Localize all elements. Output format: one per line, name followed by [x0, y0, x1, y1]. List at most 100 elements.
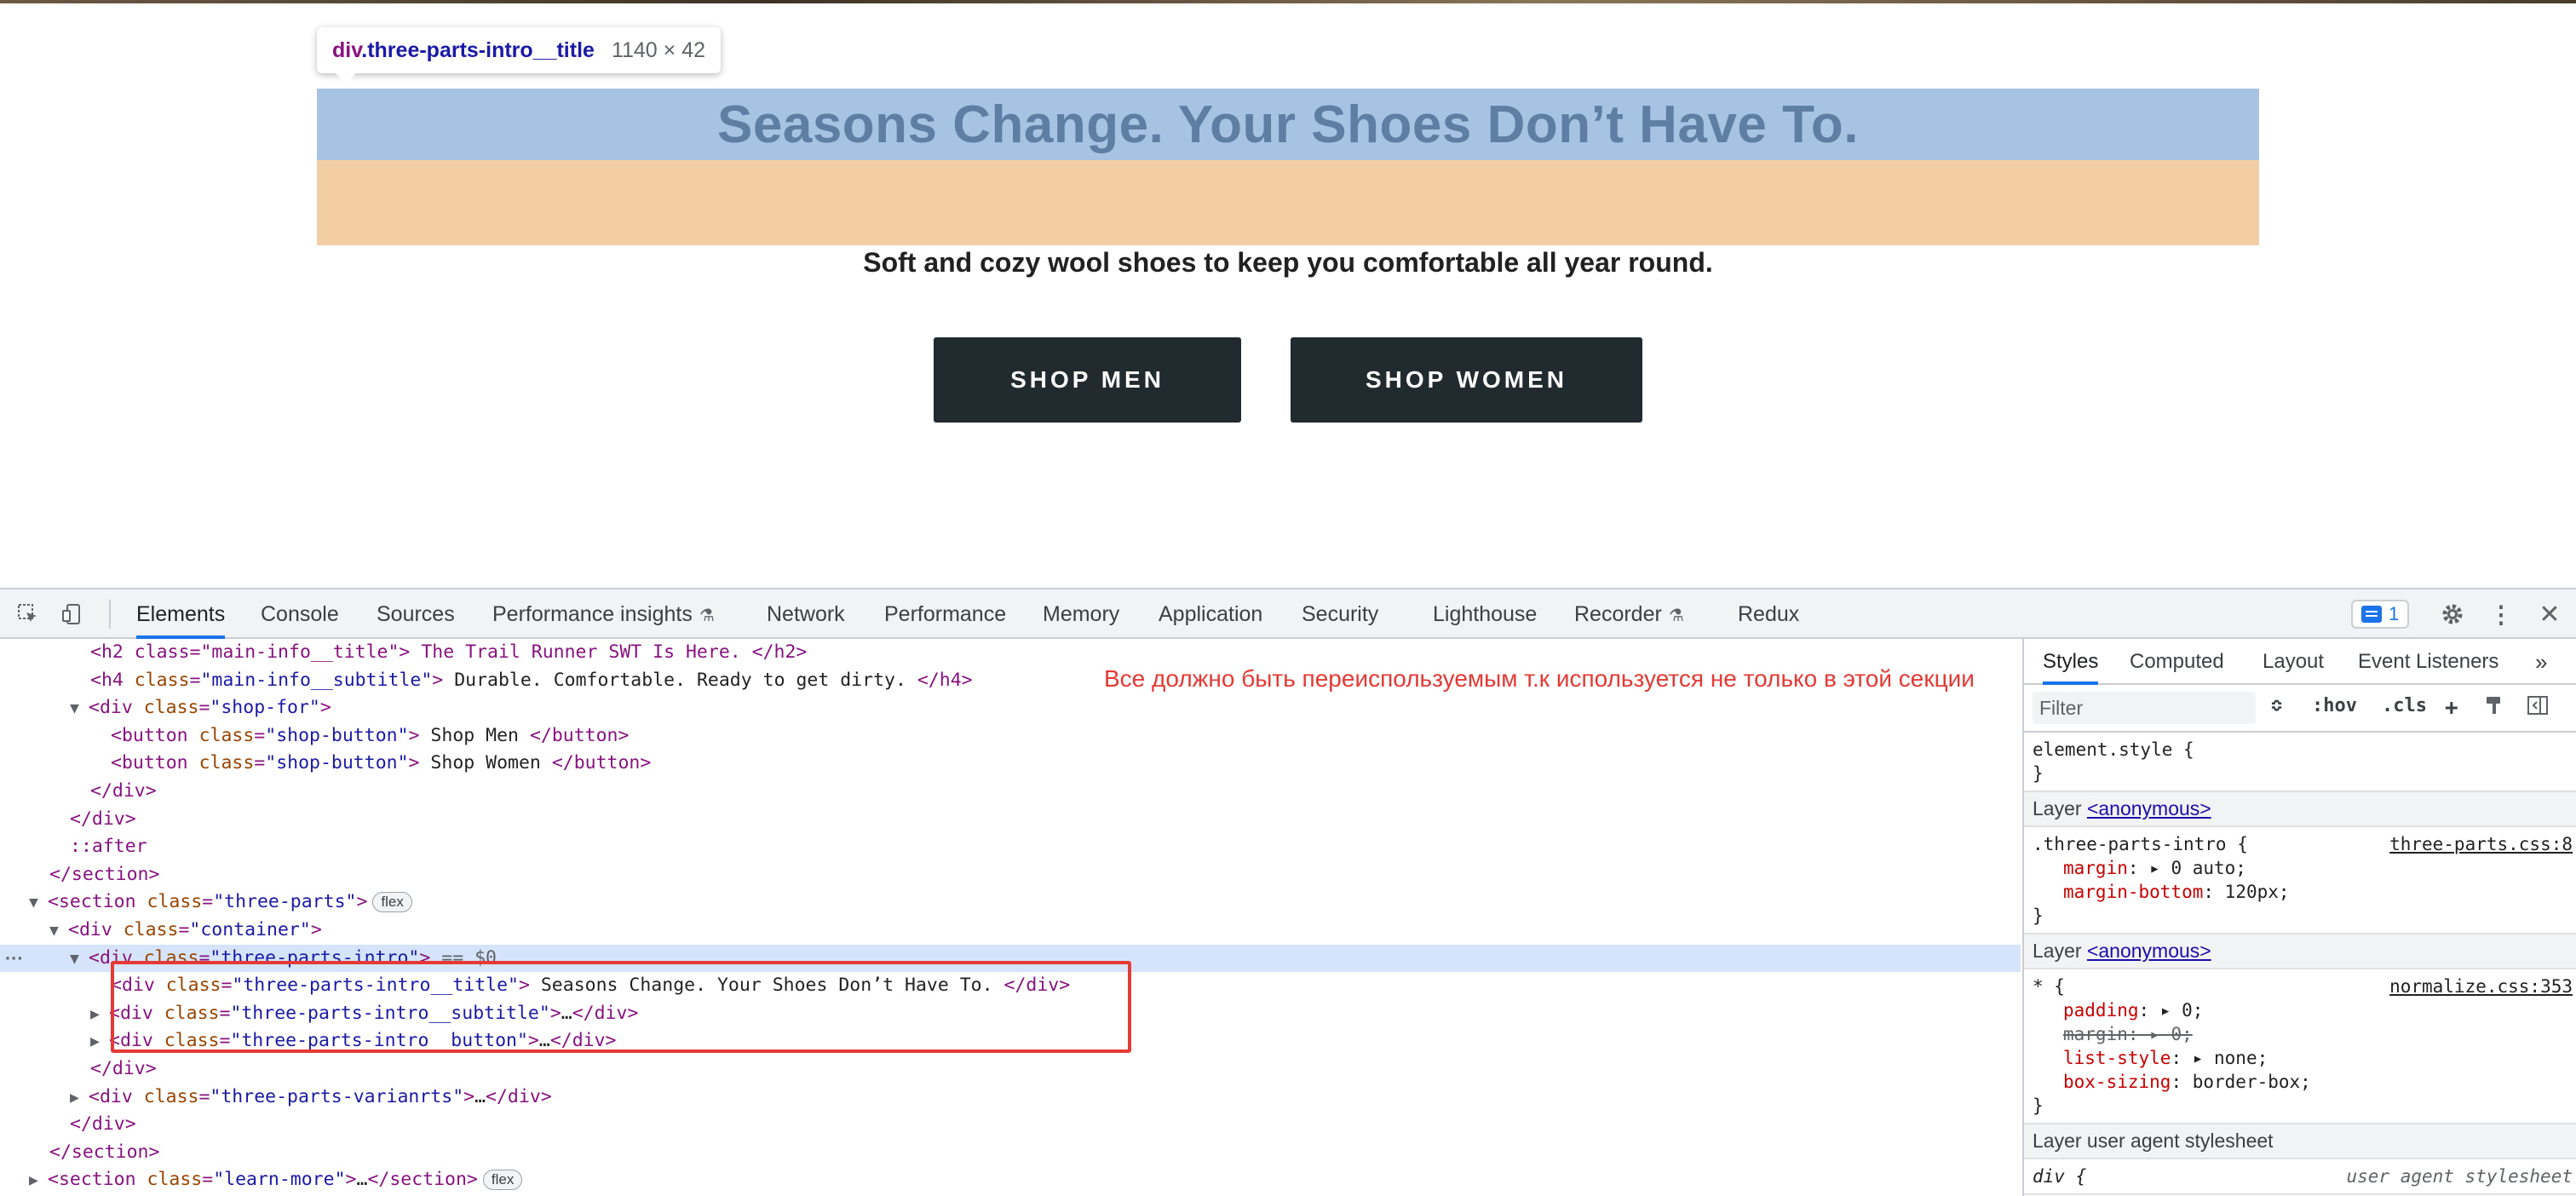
- rule-source: user agent stylesheet: [2346, 1166, 2573, 1187]
- hov-toggle[interactable]: :hov: [2312, 695, 2357, 716]
- issues-chat-icon: [2361, 606, 2382, 623]
- dom-closing-tag: </div>: [90, 1058, 157, 1079]
- dom-closing-tag: </h4>: [917, 669, 973, 691]
- rule-close: }: [2033, 1095, 2044, 1116]
- layer-header: Layer <anonymous>: [2024, 934, 2576, 969]
- rule-source-link[interactable]: three-parts.css:8: [2389, 832, 2573, 856]
- dom-closing-tag: </section>: [367, 1169, 478, 1191]
- layer-link[interactable]: <anonymous>: [2087, 940, 2211, 962]
- css-property-value: 0;: [2182, 1000, 2204, 1021]
- highlight-margin-box: [317, 160, 2259, 245]
- expanded-triangle-icon: ▼: [70, 949, 79, 968]
- tab-security[interactable]: Security: [1302, 589, 1378, 639]
- inspect-element-icon[interactable]: [15, 601, 41, 627]
- css-property[interactable]: margin-bottom: 120px;: [2033, 880, 2567, 904]
- tooltip-size: 1140 × 42: [611, 37, 705, 62]
- issues-count: 1: [2389, 603, 2400, 624]
- dom-pseudo-element: ::after: [70, 836, 147, 858]
- toggle-rendering-icon[interactable]: ≎: [2271, 695, 2282, 716]
- tab-elements[interactable]: Elements: [136, 589, 226, 639]
- more-tabs-chevron-icon[interactable]: »: [2535, 639, 2547, 685]
- tab-application[interactable]: Application: [1159, 589, 1262, 639]
- tab-sources[interactable]: Sources: [377, 589, 455, 639]
- dom-attr-name: class: [147, 891, 203, 913]
- css-property[interactable]: list-style: ▸ none;: [2033, 1046, 2567, 1070]
- css-property-value: 120px;: [2224, 882, 2290, 902]
- rule-selector: element.style {: [2033, 739, 2194, 760]
- rule-selector: .three-parts-intro {: [2033, 834, 2248, 854]
- more-actions-dots-icon[interactable]: ···: [5, 945, 23, 972]
- device-toggle-icon[interactable]: [60, 601, 85, 627]
- tab-memory[interactable]: Memory: [1043, 589, 1119, 639]
- universal-rule[interactable]: * {normalize.css:353 padding: ▸ 0; margin…: [2024, 969, 2576, 1124]
- tab-console[interactable]: Console: [261, 589, 339, 639]
- rule-close: }: [2033, 906, 2044, 926]
- flex-badge: flex: [372, 892, 412, 913]
- experiment-flask-icon: ⚗: [1668, 607, 1684, 625]
- dom-closing-tag: </div>: [70, 808, 136, 830]
- elements-dom-tree[interactable]: <h2 class="main-info__title"> The Trail …: [0, 639, 2021, 1196]
- dom-closing-tag: </button>: [551, 752, 652, 774]
- three-parts-intro-rule[interactable]: .three-parts-intro { three-parts.css:8 ma…: [2024, 827, 2576, 934]
- rule-selector: div {: [2033, 1166, 2087, 1187]
- css-property[interactable]: margin: ▸ 0;: [2033, 1022, 2567, 1046]
- tab-layout[interactable]: Layout: [2263, 639, 2324, 685]
- tab-computed[interactable]: Computed: [2130, 639, 2224, 685]
- layer-header: Layer <anonymous>: [2024, 792, 2576, 827]
- css-property[interactable]: padding: ▸ 0;: [2033, 998, 2567, 1022]
- styles-tabbar: Styles Computed Layout Event Listeners »: [2024, 639, 2576, 685]
- settings-gear-icon[interactable]: [2440, 601, 2465, 627]
- dom-text-content: Shop Men: [419, 724, 530, 746]
- toolbar-divider: [109, 600, 111, 629]
- tab-label: Recorder: [1574, 602, 1662, 626]
- dom-attr-value: "shop-button": [265, 752, 409, 774]
- div-ua-rule[interactable]: div { user agent stylesheet: [2024, 1159, 2576, 1195]
- experiment-flask-icon: ⚗: [699, 607, 715, 625]
- css-property-name: box-sizing: [2063, 1072, 2171, 1092]
- dom-attr-value: "shop-button": [265, 724, 409, 746]
- layer-link[interactable]: <anonymous>: [2087, 797, 2211, 819]
- new-rule-plus-icon[interactable]: +: [2445, 695, 2458, 721]
- collapsed-triangle-icon: ▶: [70, 1088, 79, 1107]
- collapsed-triangle-icon: ▶: [90, 1004, 100, 1023]
- css-colon: :: [2171, 1072, 2193, 1092]
- paint-brush-icon[interactable]: [2484, 695, 2504, 721]
- tab-lighthouse[interactable]: Lighthouse: [1433, 589, 1537, 639]
- shop-men-button[interactable]: SHOP MEN: [934, 337, 1241, 423]
- tab-recorder[interactable]: Recorder ⚗: [1574, 589, 1684, 639]
- styles-filter-bar: Filter ≎ :hov .cls +: [2024, 685, 2576, 733]
- tab-performance-insights[interactable]: Performance insights ⚗: [492, 589, 715, 639]
- dom-attr-name: class: [134, 669, 190, 691]
- css-property[interactable]: margin: ▸ 0 auto;: [2033, 856, 2567, 880]
- expanded-triangle-icon: ▼: [49, 922, 59, 940]
- dom-attr-value: "three-parts": [213, 891, 357, 913]
- element-style-rule[interactable]: element.style { }: [2024, 733, 2576, 792]
- css-property-value: border-box;: [2192, 1072, 2311, 1092]
- toggle-sidebar-icon[interactable]: [2527, 695, 2549, 721]
- css-property[interactable]: box-sizing: border-box;: [2033, 1070, 2567, 1094]
- flex-badge: flex: [482, 1170, 523, 1191]
- close-icon[interactable]: ✕: [2537, 601, 2562, 629]
- more-options-icon[interactable]: ⋮: [2488, 601, 2514, 628]
- annotation-highlight-box: [111, 961, 1131, 1053]
- dom-closing-tag: </div>: [486, 1085, 552, 1107]
- tab-network[interactable]: Network: [767, 589, 845, 639]
- tab-styles[interactable]: Styles: [2043, 639, 2099, 685]
- tab-redux[interactable]: Redux: [1738, 589, 1799, 639]
- tab-performance[interactable]: Performance: [884, 589, 1006, 639]
- shop-women-button[interactable]: SHOP WOMEN: [1291, 337, 1642, 423]
- tab-event-listeners[interactable]: Event Listeners: [2358, 639, 2498, 685]
- css-colon: :: [2203, 882, 2225, 902]
- issues-badge[interactable]: 1: [2351, 600, 2410, 629]
- dom-closing-tag: </div>: [90, 780, 157, 802]
- dom-attr-name: class: [198, 752, 255, 774]
- tooltip-tag: div: [332, 37, 362, 62]
- dom-tag-name: <div: [89, 1085, 144, 1107]
- collapsed-triangle-icon: ▶: [90, 1032, 100, 1051]
- rule-source-link[interactable]: normalize.css:353: [2389, 975, 2573, 998]
- collapsed-triangle-icon: ▶: [29, 1171, 38, 1190]
- page-subtitle: Soft and cozy wool shoes to keep you com…: [863, 247, 1713, 278]
- styles-filter-input[interactable]: Filter: [2033, 692, 2256, 724]
- cls-toggle[interactable]: .cls: [2382, 695, 2427, 716]
- css-property-name: margin: [2063, 1024, 2128, 1044]
